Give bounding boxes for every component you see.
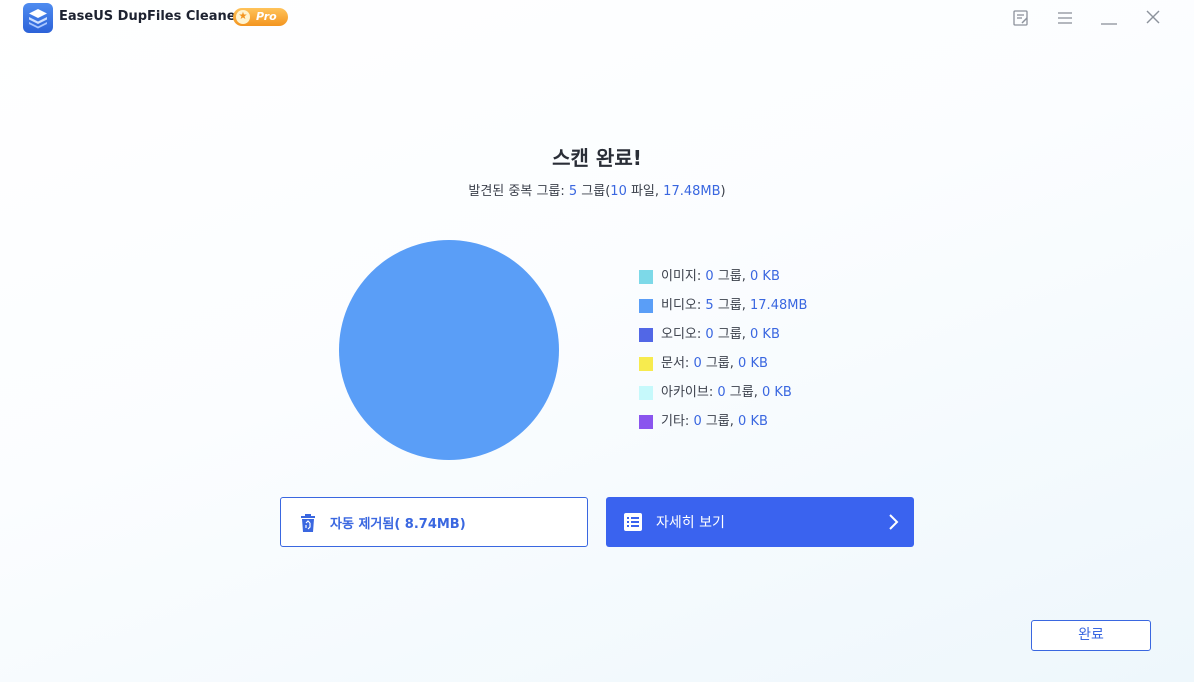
- legend-unit: 그룹,: [701, 414, 739, 429]
- legend-swatch: [639, 357, 653, 371]
- done-button[interactable]: 완료: [1031, 620, 1151, 651]
- legend-unit: 그룹,: [713, 327, 751, 342]
- legend-size: 0 KB: [738, 356, 768, 371]
- close-icon: [1146, 10, 1160, 24]
- title-bar: EaseUS DupFiles Cleaner ★ Pro: [0, 0, 1194, 36]
- file-count: 10: [610, 184, 627, 199]
- legend-text: 아카이브: 0 그룹, 0 KB: [661, 384, 792, 402]
- group-count: 5: [568, 184, 578, 199]
- legend-groups: 0: [705, 269, 714, 284]
- legend-text: 문서: 0 그룹, 0 KB: [661, 355, 768, 373]
- minimize-button[interactable]: [1098, 7, 1120, 29]
- menu-icon: [1058, 12, 1072, 24]
- summary-prefix: 발견된 중복 그룹:: [468, 184, 569, 199]
- pro-badge-label: Pro: [256, 10, 277, 23]
- app-logo: [23, 3, 53, 33]
- legend-groups: 0: [693, 356, 702, 371]
- total-size: 17.48MB: [663, 184, 721, 199]
- legend-swatch: [639, 328, 653, 342]
- legend-groups: 0: [705, 327, 714, 342]
- close-button[interactable]: [1142, 7, 1164, 29]
- legend-unit: 그룹,: [725, 385, 762, 400]
- legend-size: 0 KB: [761, 385, 792, 400]
- pie-slice-1: [339, 240, 559, 460]
- legend-label: 비디오:: [661, 298, 706, 313]
- legend-text: 기타: 0 그룹, 0 KB: [661, 413, 768, 431]
- legend-label: 오디오:: [661, 327, 706, 342]
- legend-text: 비디오: 5 그룹, 17.48MB: [661, 297, 807, 315]
- legend-swatch: [639, 270, 653, 284]
- legend-label: 기타:: [661, 414, 694, 429]
- legend-size: 17.48MB: [750, 298, 808, 313]
- legend-text: 이미지: 0 그룹, 0 KB: [661, 268, 780, 286]
- legend-size: 0 KB: [738, 414, 768, 429]
- legend-label: 이미지:: [661, 269, 706, 284]
- scan-complete-title: 스캔 완료!: [552, 146, 642, 170]
- legend-swatch: [639, 386, 653, 400]
- legend-swatch: [639, 299, 653, 313]
- legend-label: 아카이브:: [661, 385, 718, 400]
- file-type-pie-chart: [339, 240, 559, 460]
- legend-size: 0 KB: [750, 269, 780, 284]
- list-icon: [624, 513, 642, 531]
- app-title: EaseUS DupFiles Cleaner: [59, 9, 242, 24]
- feedback-icon: [1013, 10, 1028, 26]
- auto-remove-button[interactable]: 자동 제거됨( 8.74MB): [280, 497, 588, 547]
- recycle-bin-icon: [301, 514, 315, 532]
- legend-groups: 0: [693, 414, 702, 429]
- legend-label: 문서:: [661, 356, 694, 371]
- scan-summary: 발견된 중복 그룹: 5 그룹(10 파일, 17.48MB): [0, 180, 1194, 199]
- legend-groups: 0: [717, 385, 726, 400]
- feedback-button[interactable]: [1010, 7, 1032, 29]
- legend-unit: 그룹,: [713, 298, 751, 313]
- auto-remove-label: 자동 제거됨( 8.74MB): [330, 517, 466, 532]
- summary-suffix: ): [720, 184, 726, 199]
- menu-button[interactable]: [1054, 7, 1076, 29]
- pro-badge[interactable]: ★ Pro: [233, 8, 288, 26]
- star-icon: ★: [236, 10, 250, 24]
- legend-unit: 그룹,: [713, 269, 751, 284]
- view-details-label: 자세히 보기: [656, 515, 725, 531]
- chevron-right-icon: [889, 514, 899, 530]
- legend-text: 오디오: 0 그룹, 0 KB: [661, 326, 780, 344]
- legend-unit: 그룹,: [701, 356, 739, 371]
- legend-swatch: [639, 415, 653, 429]
- minimize-icon: [1101, 23, 1117, 25]
- file-unit: 파일,: [626, 184, 664, 199]
- view-details-button[interactable]: 자세히 보기: [606, 497, 914, 547]
- legend-size: 0 KB: [750, 327, 780, 342]
- legend-groups: 5: [705, 298, 714, 313]
- group-unit: 그룹(: [577, 184, 611, 199]
